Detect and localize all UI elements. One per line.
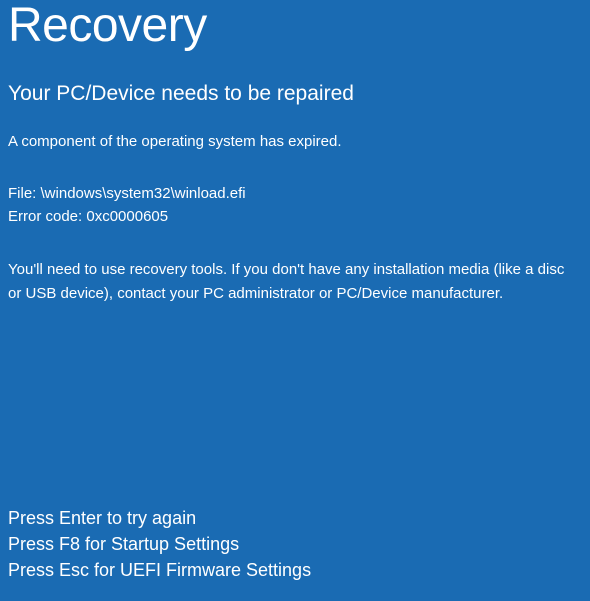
action-esc: Press Esc for UEFI Firmware Settings (8, 557, 311, 583)
error-message: A component of the operating system has … (0, 132, 590, 152)
error-code-line: Error code: 0xc0000605 (8, 206, 590, 229)
recovery-instructions: You'll need to use recovery tools. If yo… (0, 258, 590, 305)
error-code-value: 0xc0000605 (86, 208, 168, 225)
file-error-block: File: \windows\system32\winload.efi Erro… (0, 183, 590, 228)
action-enter: Press Enter to try again (8, 505, 311, 531)
file-line: File: \windows\system32\winload.efi (8, 183, 590, 206)
error-code-label: Error code: (8, 208, 82, 225)
recovery-subtitle: Your PC/Device needs to be repaired (0, 81, 590, 106)
action-f8: Press F8 for Startup Settings (8, 531, 311, 557)
file-label: File: (8, 185, 36, 202)
key-actions: Press Enter to try again Press F8 for St… (8, 505, 311, 583)
file-path: \windows\system32\winload.efi (41, 185, 246, 202)
recovery-title: Recovery (0, 0, 590, 53)
